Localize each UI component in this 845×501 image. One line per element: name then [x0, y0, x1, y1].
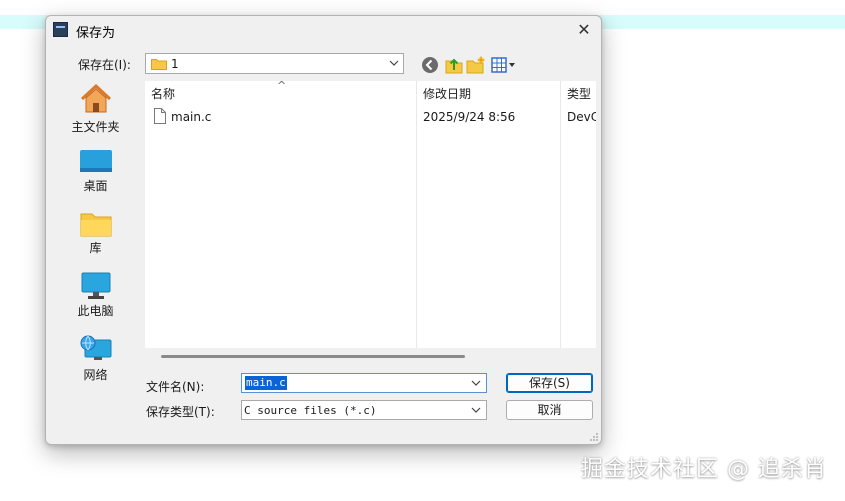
place-label: 此电脑	[77, 304, 114, 318]
computer-icon	[81, 272, 110, 299]
place-home[interactable]: 主文件夹	[48, 82, 143, 135]
file-row-type: DevC	[567, 110, 596, 124]
file-icon	[154, 108, 166, 124]
cancel-button[interactable]: 取消	[506, 400, 593, 420]
filename-combobox[interactable]: main.c	[241, 373, 487, 393]
desktop-icon	[79, 150, 112, 172]
dialog-title: 保存为	[76, 26, 116, 41]
new-folder-icon[interactable]	[466, 55, 486, 75]
close-button[interactable]: ✕	[571, 18, 597, 42]
file-list[interactable]: ^ 名称 修改日期 类型 main.c 2025/9/24 8:56 DevC	[145, 81, 596, 348]
up-folder-icon[interactable]	[444, 55, 464, 75]
save-in-dropdown[interactable]: 1	[145, 53, 404, 74]
chevron-down-icon	[389, 60, 399, 66]
place-desktop[interactable]: 桌面	[48, 149, 143, 194]
scrollbar-thumb[interactable]	[161, 355, 465, 358]
save-button[interactable]: 保存(S)	[506, 373, 593, 393]
place-this-pc[interactable]: 此电脑	[48, 272, 143, 319]
save-in-label: 保存在(I):	[78, 58, 131, 72]
place-label: 库	[89, 241, 102, 255]
save-in-value: 1	[171, 57, 179, 71]
place-label: 主文件夹	[71, 120, 120, 134]
watermark: 掘金技术社区 @ 追杀肖	[581, 457, 827, 482]
network-icon	[80, 335, 111, 360]
horizontal-scrollbar[interactable]	[145, 348, 596, 365]
filetype-label: 保存类型(T):	[146, 405, 215, 419]
column-header-name[interactable]: 名称	[151, 85, 175, 102]
places-bar: 主文件夹 桌面 库 此电脑 网络	[48, 76, 143, 396]
file-row-date: 2025/9/24 8:56	[423, 110, 516, 124]
column-header-type[interactable]: 类型	[567, 85, 591, 102]
place-network[interactable]: 网络	[48, 334, 143, 383]
title-bar: 保存为 ✕	[46, 16, 601, 44]
chevron-down-icon[interactable]	[471, 405, 481, 415]
back-icon[interactable]	[420, 55, 440, 75]
library-folder-icon	[80, 213, 111, 237]
view-menu-icon[interactable]	[490, 55, 518, 75]
place-library[interactable]: 库	[48, 211, 143, 256]
column-separator[interactable]	[560, 81, 561, 348]
folder-icon	[151, 59, 167, 70]
filename-label: 文件名(N):	[146, 380, 205, 394]
filetype-dropdown[interactable]: C source files (*.c)	[241, 400, 487, 420]
filename-input[interactable]: main.c	[245, 376, 287, 390]
resize-grip-icon[interactable]	[589, 432, 599, 442]
home-icon	[80, 83, 111, 113]
app-icon	[53, 22, 68, 37]
place-label: 桌面	[83, 179, 108, 193]
file-row-name[interactable]: main.c	[171, 110, 211, 124]
column-separator[interactable]	[416, 81, 417, 348]
sort-ascending-icon: ^	[277, 81, 287, 92]
place-label: 网络	[83, 368, 108, 382]
filetype-value: C source files (*.c)	[244, 404, 377, 417]
save-as-dialog: 保存为 ✕ 保存在(I): 1 主文件夹 桌面 库 此电脑 网络 ^ 名称 修改…	[45, 15, 602, 445]
column-header-date[interactable]: 修改日期	[423, 85, 471, 102]
chevron-down-icon[interactable]	[471, 378, 481, 388]
